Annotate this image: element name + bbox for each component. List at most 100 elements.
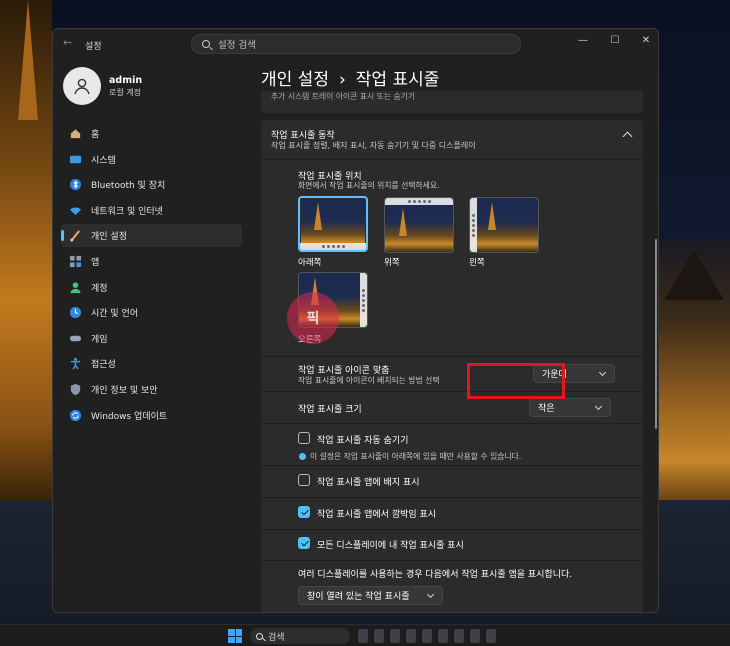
user-name: admin (109, 75, 143, 86)
thumbnail-taskbar (385, 198, 453, 205)
sidebar-item-accounts[interactable]: 계정 (61, 276, 242, 299)
back-arrow-icon[interactable]: ← (63, 37, 73, 48)
accessibility-icon (70, 358, 81, 370)
size-value: 작은 (538, 404, 555, 414)
divider (261, 465, 643, 466)
sidebar-item-label: 게임 (91, 334, 108, 345)
auto-hide-label: 작업 표시줄 자동 숨기기 (317, 436, 409, 446)
taskbar-app-icon[interactable] (374, 629, 384, 643)
highlight-annotation (467, 363, 565, 399)
thumbnail-taskbar (360, 273, 367, 327)
multi-display-value: 창이 열려 있는 작업 표시줄 (307, 592, 410, 602)
taskbar-app-icon[interactable] (454, 629, 464, 643)
position-option-bottom[interactable] (298, 196, 368, 252)
show-flashing-label: 작업 표시줄 앱에서 깜박임 표시 (317, 510, 437, 520)
size-dropdown[interactable]: 작은 (529, 398, 611, 417)
sidebar-item-windows-update[interactable]: Windows 업데이트 (61, 404, 242, 427)
taskbar-app-icon[interactable] (438, 629, 448, 643)
taskbar-search-label: 검색 (268, 632, 285, 643)
sidebar-item-privacy[interactable]: 개인 정보 및 보안 (61, 378, 242, 401)
sidebar-item-label: Bluetooth 및 장치 (91, 181, 166, 192)
chevron-down-icon (598, 368, 607, 377)
avatar[interactable] (63, 67, 101, 105)
thumbnail-taskbar (300, 243, 366, 250)
system-icon (69, 155, 82, 163)
multi-display-dropdown[interactable]: 창이 열려 있는 작업 표시줄 (298, 586, 443, 605)
divider (261, 497, 643, 498)
window-title: 설정 (85, 42, 102, 52)
settings-search-input[interactable]: 설정 검색 (191, 34, 521, 54)
sidebar-item-network[interactable]: 네트워크 및 인터넷 (61, 199, 242, 222)
sidebar-item-label: Windows 업데이트 (91, 411, 168, 422)
sidebar-item-time-language[interactable]: 시간 및 언어 (61, 301, 242, 324)
position-option-left[interactable] (469, 197, 539, 253)
sidebar-item-accessibility[interactable]: 접근성 (61, 352, 242, 375)
sidebar-item-apps[interactable]: 앱 (61, 250, 242, 273)
chevron-down-icon (426, 590, 435, 599)
thumbnail-spire (488, 202, 496, 230)
apps-icon (69, 255, 82, 268)
position-label-left: 왼쪽 (469, 258, 485, 268)
divider (261, 560, 643, 561)
taskbar-app-icon[interactable] (470, 629, 480, 643)
taskbar-search[interactable]: 검색 (250, 628, 350, 644)
minimize-button[interactable]: — (574, 35, 592, 46)
breadcrumb-separator: › (338, 70, 346, 90)
gaming-icon (69, 335, 82, 342)
partial-row-text: 추가 시스템 트레이 아이콘 표시 또는 숨기기 (271, 92, 415, 101)
sidebar-item-label: 계정 (91, 283, 108, 294)
taskbar-app-icon[interactable] (358, 629, 368, 643)
breadcrumb-parent[interactable]: 개인 설정 (261, 70, 329, 90)
sidebar-item-gaming[interactable]: 게임 (61, 327, 242, 350)
taskbar-app-icon[interactable] (486, 629, 496, 643)
sidebar-item-personalization[interactable]: 개인 설정 (61, 224, 242, 248)
search-icon (202, 40, 210, 48)
watermark-text: 픽 (306, 311, 320, 327)
home-icon (70, 129, 81, 139)
taskbar-behaviors-body: 작업 표시줄 위치 화면에서 작업 표시줄의 위치를 선택하세요. 아래쪽 위쪽… (261, 160, 643, 612)
taskbar-app-icon[interactable] (390, 629, 400, 643)
windows-start-icon[interactable] (228, 629, 242, 643)
show-flashing-checkbox[interactable] (298, 506, 310, 518)
network-icon (69, 207, 82, 215)
watermark-stamp: 픽 (287, 292, 339, 344)
settings-window: ← 설정 설정 검색 — ☐ ✕ admin 로컬 계정 홈 시스템 Bluet… (52, 28, 659, 613)
sidebar-item-label: 접근성 (91, 360, 116, 371)
close-button[interactable]: ✕ (637, 35, 655, 46)
breadcrumb-current: 작업 표시줄 (355, 70, 440, 90)
time-language-icon (69, 307, 82, 319)
privacy-shield-icon (70, 383, 81, 396)
page-title: 개인 설정 › 작업 표시줄 (261, 65, 439, 90)
position-label-top: 위쪽 (384, 258, 400, 268)
taskbar-behaviors-header[interactable]: 작업 표시줄 동작 작업 표시줄 정렬, 배지 표시, 자동 숨기기 및 다중 … (261, 120, 643, 159)
auto-hide-checkbox[interactable] (298, 432, 310, 444)
chevron-up-icon[interactable] (622, 131, 633, 142)
sidebar-item-home[interactable]: 홈 (61, 122, 242, 145)
multi-display-title: 여러 디스플레이를 사용하는 경우 다음에서 작업 표시줄 앱을 표시합니다. (298, 570, 573, 580)
taskbar-app-icon[interactable] (406, 629, 416, 643)
sidebar-item-label: 시간 및 언어 (91, 309, 139, 320)
show-badges-checkbox[interactable] (298, 474, 310, 486)
taskbar-app-icon[interactable] (422, 629, 432, 643)
search-icon (256, 632, 263, 640)
sidebar-item-label: 앱 (91, 257, 100, 268)
sidebar-item-system[interactable]: 시스템 (61, 148, 242, 171)
personalization-icon (70, 230, 81, 243)
all-displays-label: 모든 디스플레이에 내 작업 표시줄 표시 (317, 541, 464, 551)
thumbnail-taskbar (470, 198, 477, 252)
position-option-top[interactable] (384, 197, 454, 253)
sidebar-nav: 홈 시스템 Bluetooth 및 장치 네트워크 및 인터넷 개인 설정 앱 … (61, 122, 242, 429)
size-title: 작업 표시줄 크기 (298, 405, 362, 415)
accounts-icon (70, 281, 81, 293)
scrollbar[interactable] (655, 239, 657, 429)
bluetooth-icon (69, 179, 82, 191)
show-badges-label: 작업 표시줄 앱에 배지 표시 (317, 478, 420, 488)
main-content: 추가 시스템 트레이 아이콘 표시 또는 숨기기 작업 표시줄 동작 작업 표시… (261, 91, 643, 612)
partial-settings-row[interactable]: 추가 시스템 트레이 아이콘 표시 또는 숨기기 (261, 91, 643, 113)
sidebar-item-bluetooth[interactable]: Bluetooth 및 장치 (61, 173, 242, 196)
divider (261, 356, 643, 357)
wallpaper-spire (18, 0, 38, 120)
auto-hide-info: 이 설정은 작업 표시줄이 아래쪽에 있을 때만 사용할 수 있습니다. (310, 452, 522, 461)
maximize-button[interactable]: ☐ (606, 35, 624, 46)
all-displays-checkbox[interactable] (298, 537, 310, 549)
